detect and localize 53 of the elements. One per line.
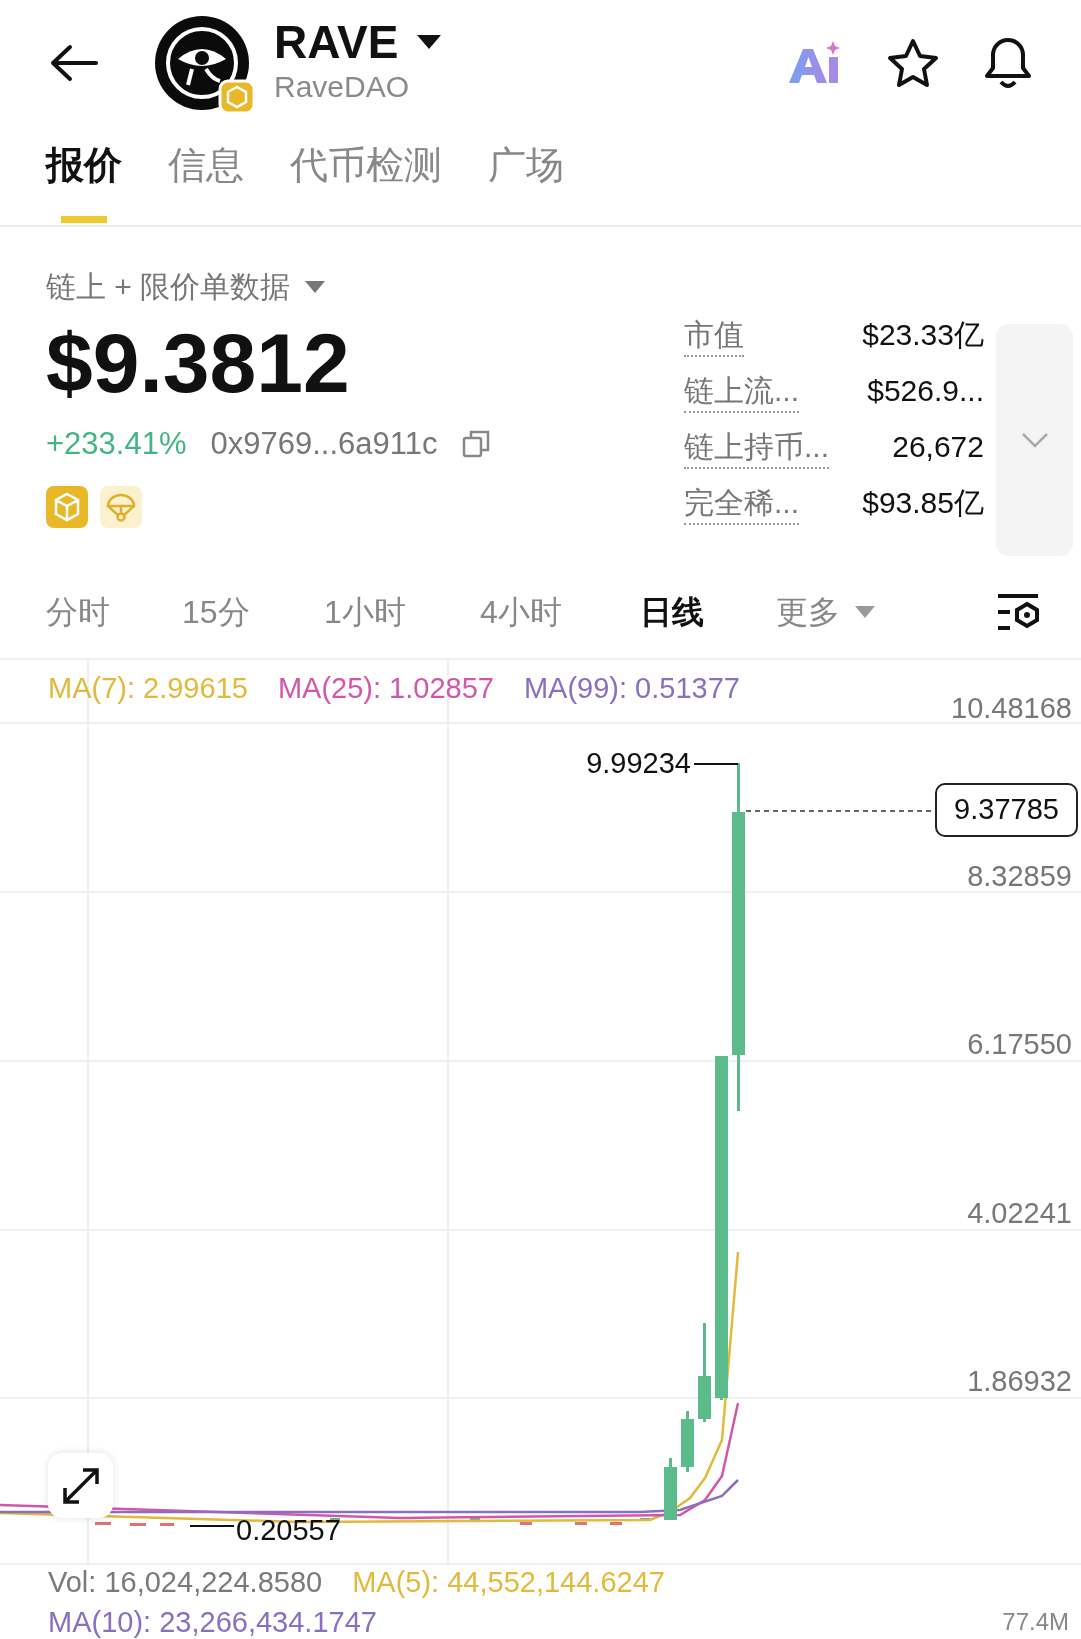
volume-axis-label: 77.4M — [1002, 1607, 1069, 1637]
interval-tab[interactable]: 分时 — [46, 591, 110, 632]
ma-indicator: MA(7): 2.99615 — [48, 671, 248, 706]
y-axis-label: 10.48168 — [951, 691, 1072, 725]
volume-indicator: MA(10): 23,266,434.1747 — [48, 1605, 377, 1639]
stat-label[interactable]: 链上流... — [684, 371, 799, 413]
current-price-label: 9.37785 — [935, 783, 1078, 837]
expand-icon — [60, 1465, 101, 1506]
interval-tab[interactable]: 4小时 — [480, 591, 562, 632]
parachute-badge-icon — [100, 485, 142, 528]
stat-value: $23.33亿 — [862, 317, 984, 353]
volume-indicator: MA(5): 44,552,144.6247 — [352, 1565, 665, 1600]
tab[interactable]: 信息 — [168, 142, 244, 222]
data-source-selector[interactable]: 链上 + 限价单数据 — [46, 267, 291, 307]
leader-line — [693, 763, 739, 765]
star-icon[interactable] — [887, 37, 939, 88]
interval-tab[interactable]: 日线 — [640, 591, 704, 632]
y-axis-label: 1.86932 — [967, 1364, 1072, 1398]
y-axis-label: 6.17550 — [967, 1027, 1072, 1061]
tab[interactable]: 代币检测 — [290, 142, 442, 222]
candle — [681, 1411, 694, 1472]
interval-tab[interactable]: 1小时 — [324, 591, 406, 632]
leader-line — [189, 1525, 235, 1527]
stat-value: 26,672 — [892, 429, 984, 465]
token-name: RaveDAO — [274, 68, 411, 105]
contract-address: 0x9769...6a911c — [210, 425, 438, 463]
copy-icon[interactable] — [461, 429, 492, 460]
candle — [664, 1458, 677, 1520]
back-icon[interactable] — [48, 42, 98, 83]
price-change: +233.41% — [46, 425, 187, 463]
ma-indicator: MA(99): 0.51377 — [523, 671, 740, 706]
ma-indicator: MA(25): 1.02857 — [277, 671, 494, 706]
tab[interactable]: 广场 — [488, 142, 564, 222]
fullscreen-button[interactable] — [48, 1453, 113, 1518]
stat-label[interactable]: 链上持币... — [684, 427, 829, 469]
interval-tab[interactable]: 15分 — [182, 591, 250, 632]
tab[interactable]: 报价 — [46, 142, 122, 222]
volume-indicator: Vol: 16,024,224.8580 — [48, 1565, 323, 1600]
interval-tab[interactable]: 更多 — [776, 591, 876, 632]
price: $9.3812 — [46, 315, 350, 411]
chart-settings-icon[interactable] — [996, 593, 1042, 631]
token-symbol: RAVE — [274, 14, 399, 69]
chain-badge-icon — [46, 485, 88, 528]
caret-icon[interactable] — [416, 33, 443, 50]
y-axis-label: 8.32859 — [967, 859, 1072, 893]
stat-label[interactable]: 市值 — [684, 315, 744, 357]
low-price-label: 0.20557 — [236, 1513, 341, 1547]
stat-value: $526.9... — [867, 373, 984, 409]
high-price-label: 9.99234 — [586, 746, 691, 780]
bell-icon[interactable] — [983, 35, 1033, 90]
stat-label[interactable]: 完全稀... — [684, 483, 799, 525]
stat-value: $93.85亿 — [862, 485, 984, 521]
y-axis-label: 4.02241 — [967, 1196, 1072, 1230]
